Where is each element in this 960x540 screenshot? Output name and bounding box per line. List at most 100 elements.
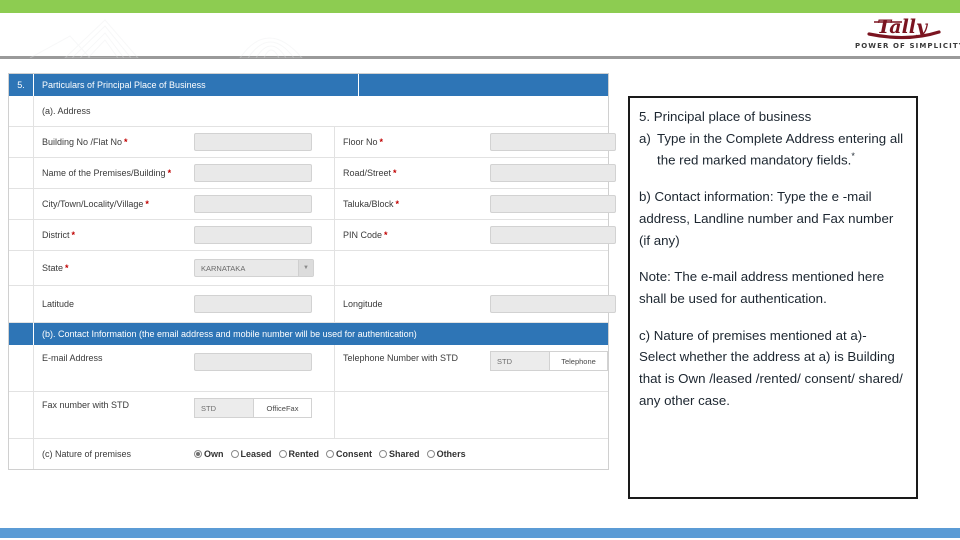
premises-name-input[interactable] xyxy=(194,164,312,182)
label-text: Name of the Premises/Building xyxy=(42,168,166,178)
table-row: District * PIN Code * xyxy=(9,220,616,251)
radio-option-consent[interactable]: Consent xyxy=(326,449,372,459)
row-number-spacer xyxy=(9,392,34,438)
notes-gap xyxy=(639,310,907,325)
label-text: Building No /Flat No xyxy=(42,137,123,147)
row-number-spacer xyxy=(9,345,34,391)
field-cell: STD Telephone xyxy=(482,345,616,391)
fax-office-input[interactable]: OfficeFax xyxy=(254,399,311,417)
top-green-bar xyxy=(0,0,960,13)
table-row: Fax number with STD STD OfficeFax xyxy=(9,392,608,439)
row-number-spacer xyxy=(9,220,34,250)
city-town-input[interactable] xyxy=(194,195,312,213)
pin-code-input[interactable] xyxy=(490,226,616,244)
state-selected-value: KARNATAKA xyxy=(201,263,246,273)
field-cell xyxy=(186,345,334,391)
mandatory-marker: * xyxy=(145,199,149,209)
mandatory-marker: * xyxy=(395,199,400,209)
telephone-std-input[interactable]: STD xyxy=(491,352,550,370)
building-no-input[interactable] xyxy=(194,133,312,151)
label-state: State * xyxy=(34,251,186,285)
radio-label: Shared xyxy=(389,449,420,459)
radio-icon[interactable] xyxy=(194,450,202,458)
email-address-input[interactable] xyxy=(194,353,312,371)
notes-item-a: a) Type in the Complete Address entering… xyxy=(639,128,907,172)
radio-icon[interactable] xyxy=(278,450,287,458)
radio-option-shared[interactable]: Shared xyxy=(379,449,420,459)
row-number-spacer xyxy=(9,439,34,469)
label-longitude: Longitude xyxy=(334,286,482,322)
mandatory-marker: * xyxy=(124,137,128,147)
field-cell xyxy=(186,158,334,188)
taluka-block-input[interactable] xyxy=(490,195,616,213)
label-email-address: E-mail Address xyxy=(42,353,103,363)
label-building-no: Building No /Flat No * xyxy=(34,127,186,157)
field-cell: KARNATAKA ▼ xyxy=(186,251,334,285)
instructions-callout-box: 5. Principal place of business a) Type i… xyxy=(628,96,918,499)
label-text: District xyxy=(42,230,70,240)
row-number-spacer xyxy=(9,251,34,285)
row-number-spacer xyxy=(9,323,34,345)
label-telephone-number: Telephone Number with STD xyxy=(334,345,482,391)
row-number-spacer xyxy=(9,158,34,188)
road-street-input[interactable] xyxy=(490,164,616,182)
table-row: Building No /Flat No * Floor No * xyxy=(9,127,616,158)
radio-icon[interactable] xyxy=(426,450,435,458)
table-row: Name of the Premises/Building * Road/Stre… xyxy=(9,158,616,189)
mandatory-marker: * xyxy=(379,137,384,147)
telephone-number-field[interactable]: STD Telephone xyxy=(490,351,608,371)
district-input[interactable] xyxy=(194,226,312,244)
mandatory-marker: * xyxy=(393,168,397,178)
radio-option-own[interactable]: Own xyxy=(194,449,224,459)
fax-std-input[interactable]: STD xyxy=(195,399,254,417)
field-cell xyxy=(482,286,624,322)
radio-label: Rented xyxy=(288,449,320,459)
radio-option-others[interactable]: Others xyxy=(426,449,466,459)
label-text: City/Town/Locality/Village xyxy=(42,199,144,209)
section-number: 5. xyxy=(9,74,34,96)
field-cell xyxy=(482,189,624,219)
row-number-spacer xyxy=(9,96,34,126)
mandatory-marker: * xyxy=(384,230,388,240)
empty-cell xyxy=(482,392,608,438)
notes-gap xyxy=(639,171,907,186)
chevron-down-icon[interactable]: ▼ xyxy=(298,260,313,276)
row-number-spacer xyxy=(9,127,34,157)
floor-no-input[interactable] xyxy=(490,133,616,151)
field-cell xyxy=(186,127,334,157)
field-cell: STD OfficeFax xyxy=(186,392,334,438)
mandatory-marker: * xyxy=(65,263,69,273)
notes-item-b: b) Contact information: Type the e -mail… xyxy=(639,189,894,248)
tally-wordmark-icon: Tally xyxy=(867,16,941,40)
radio-icon[interactable] xyxy=(379,450,388,458)
tally-logo: Tally POWER OF SIMPLICITY xyxy=(855,14,960,56)
row-number-spacer xyxy=(9,189,34,219)
label-fax-number: Fax number with STD xyxy=(42,400,130,410)
state-select[interactable]: KARNATAKA ▼ xyxy=(194,259,314,277)
radio-icon[interactable] xyxy=(326,450,335,458)
empty-cell xyxy=(334,251,482,285)
radio-option-leased[interactable]: Leased xyxy=(230,449,272,459)
fax-number-field[interactable]: STD OfficeFax xyxy=(194,398,312,418)
label-text: State xyxy=(42,263,64,273)
notes-title: 5. Principal place of business xyxy=(639,109,812,124)
longitude-input[interactable] xyxy=(490,295,616,313)
table-row: E-mail Address Telephone Number with STD… xyxy=(9,345,608,392)
latitude-input[interactable] xyxy=(194,295,312,313)
subsection-b-label: (b). Contact Information (the email addr… xyxy=(42,329,417,339)
label-text: Taluka/Block xyxy=(343,199,394,209)
field-cell xyxy=(482,127,624,157)
notes-a-text: Type in the Complete Address entering al… xyxy=(657,130,904,168)
radio-option-rented[interactable]: Rented xyxy=(278,449,320,459)
watermark-graphic xyxy=(10,16,340,58)
subsection-a-label: (a). Address xyxy=(42,106,91,116)
table-row-geo: Latitude Longitude xyxy=(9,286,616,323)
section-header-5: 5. Particulars of Principal Place of Bus… xyxy=(9,74,608,96)
telephone-number-input[interactable]: Telephone xyxy=(550,352,607,370)
label-text: Road/Street xyxy=(343,168,392,178)
empty-cell xyxy=(482,251,608,285)
table-row: City/Town/Locality/Village * Taluka/Block… xyxy=(9,189,616,220)
radio-label: Own xyxy=(204,449,224,459)
radio-icon[interactable] xyxy=(230,450,239,458)
label-text: Floor No xyxy=(343,137,378,147)
